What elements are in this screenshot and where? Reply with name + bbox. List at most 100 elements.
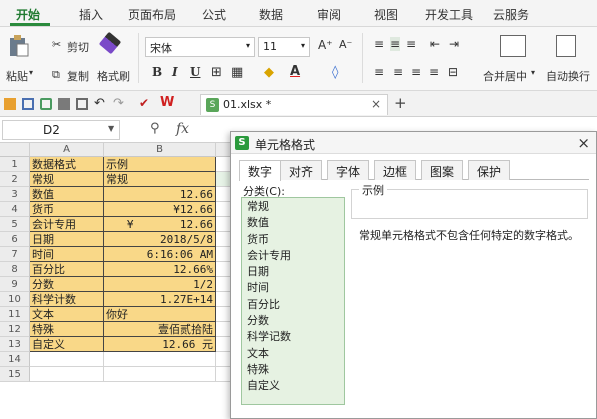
cell-b[interactable]: 示例 xyxy=(104,157,216,172)
cell-b[interactable]: 6:16:06 AM xyxy=(104,247,216,262)
wps-logo-icon[interactable]: W xyxy=(160,95,174,110)
paste-button[interactable]: 粘贴 xyxy=(6,68,28,84)
chevron-down-icon[interactable]: ▼ xyxy=(108,124,114,133)
row-header[interactable]: 12 xyxy=(0,322,30,337)
align-top-icon[interactable]: ≡ xyxy=(374,37,384,51)
cell-b[interactable]: 1.27E+14 xyxy=(104,292,216,307)
font-color-icon[interactable]: A xyxy=(290,64,300,79)
justify-icon[interactable]: ≡ xyxy=(429,65,439,79)
cell-a[interactable]: 文本 xyxy=(30,307,104,322)
grow-font-button[interactable]: A⁺ xyxy=(318,38,333,52)
indent-decrease-icon[interactable]: ⇤ xyxy=(430,37,440,51)
tab-insert[interactable]: 插入 xyxy=(79,6,103,23)
align-bottom-icon[interactable]: ≡ xyxy=(406,37,416,51)
row-header[interactable]: 10 xyxy=(0,292,30,307)
paste-dropdown-icon[interactable]: ▾ xyxy=(29,68,33,77)
cell-a[interactable]: 会计专用 xyxy=(30,217,104,232)
cell-a[interactable]: 自定义 xyxy=(30,337,104,352)
tab-font[interactable]: 字体 xyxy=(327,160,370,180)
tab-border[interactable]: 边框 xyxy=(374,160,417,180)
cell-a[interactable]: 特殊 xyxy=(30,322,104,337)
dialog-titlebar[interactable]: S 单元格格式 × xyxy=(231,132,596,154)
cell-a[interactable]: 日期 xyxy=(30,232,104,247)
column-header-b[interactable]: B xyxy=(104,143,216,157)
cell-a[interactable]: 数值 xyxy=(30,187,104,202)
category-item[interactable]: 文本 xyxy=(242,346,344,362)
cell-a[interactable] xyxy=(30,367,104,382)
chevron-down-icon[interactable]: ▾ xyxy=(531,68,535,77)
cell-style-icon[interactable]: ▦ xyxy=(231,65,243,80)
copy-button[interactable]: 复制 xyxy=(67,68,89,84)
row-header[interactable]: 14 xyxy=(0,352,30,367)
align-center-icon[interactable]: ≡ xyxy=(393,65,403,79)
merge-center-button[interactable]: 合并居中 xyxy=(483,68,527,84)
row-header[interactable]: 11 xyxy=(0,307,30,322)
category-item[interactable]: 特殊 xyxy=(242,362,344,378)
tab-alignment[interactable]: 对齐 xyxy=(280,160,323,180)
bold-button[interactable]: B xyxy=(152,65,162,79)
category-item[interactable]: 数值 xyxy=(242,215,344,231)
cell-b[interactable] xyxy=(104,367,216,382)
close-icon[interactable]: × xyxy=(577,134,590,152)
cell-a[interactable]: 分数 xyxy=(30,277,104,292)
paste-icon[interactable] xyxy=(8,34,30,58)
cut-icon[interactable]: ✂ xyxy=(52,38,61,51)
cell-b[interactable]: 12.66 元 xyxy=(104,337,216,352)
format-painter-icon[interactable] xyxy=(98,31,122,55)
cell-a[interactable]: 数据格式 xyxy=(30,157,104,172)
category-item[interactable]: 会计专用 xyxy=(242,248,344,264)
category-item[interactable]: 自定义 xyxy=(242,378,344,394)
tab-formulas[interactable]: 公式 xyxy=(202,6,226,23)
cell-b[interactable]: 1/2 xyxy=(104,277,216,292)
cell-b[interactable]: ¥12.66 xyxy=(104,202,216,217)
row-header[interactable]: 4 xyxy=(0,202,30,217)
copy-icon[interactable]: ⧉ xyxy=(52,68,60,82)
row-header[interactable]: 2 xyxy=(0,172,30,187)
fill-color-icon[interactable]: ◆ xyxy=(264,65,274,80)
category-item[interactable]: 分数 xyxy=(242,313,344,329)
row-header[interactable]: 6 xyxy=(0,232,30,247)
category-list[interactable]: 常规 数值 货币 会计专用 日期 时间 百分比 分数 科学记数 文本 特殊 自定义 xyxy=(241,197,345,405)
zoom-icon[interactable]: ⚲ xyxy=(150,121,160,136)
row-header[interactable]: 3 xyxy=(0,187,30,202)
cell-a[interactable]: 时间 xyxy=(30,247,104,262)
cell-a[interactable]: 货币 xyxy=(30,202,104,217)
align-right-icon[interactable]: ≡ xyxy=(411,65,421,79)
category-item[interactable]: 百分比 xyxy=(242,297,344,313)
tab-developer[interactable]: 开发工具 xyxy=(425,6,473,23)
cell-b[interactable]: ¥ 12.66 xyxy=(104,217,216,232)
row-header[interactable]: 5 xyxy=(0,217,30,232)
shrink-font-button[interactable]: A⁻ xyxy=(339,38,352,51)
cell-b[interactable]: 12.66 xyxy=(104,187,216,202)
save-icon[interactable] xyxy=(22,98,34,110)
tab-cloud[interactable]: 云服务 xyxy=(493,6,529,23)
cell-b[interactable]: 常规 xyxy=(104,172,216,187)
cell-a[interactable] xyxy=(30,352,104,367)
print-preview-icon[interactable] xyxy=(76,98,88,110)
row-header[interactable]: 15 xyxy=(0,367,30,382)
category-item[interactable]: 日期 xyxy=(242,264,344,280)
new-tab-plus-icon[interactable]: + xyxy=(394,94,407,112)
cell-a[interactable]: 科学计数 xyxy=(30,292,104,307)
print-icon[interactable] xyxy=(58,98,70,110)
cell-a[interactable]: 百分比 xyxy=(30,262,104,277)
fx-button[interactable]: fx xyxy=(176,121,189,137)
row-header[interactable]: 7 xyxy=(0,247,30,262)
tab-view[interactable]: 视图 xyxy=(374,6,398,23)
tab-page-layout[interactable]: 页面布局 xyxy=(128,6,176,23)
customize-icon[interactable]: ✔ xyxy=(139,96,149,110)
name-box[interactable]: D2 xyxy=(2,120,120,140)
cell-b[interactable]: 2018/5/8 xyxy=(104,232,216,247)
cell-b[interactable]: 壹佰贰拾陆 xyxy=(104,322,216,337)
align-left-icon[interactable]: ≡ xyxy=(374,65,384,79)
tab-number[interactable]: 数字 xyxy=(239,160,282,181)
wrap-text-button[interactable]: 自动换行 xyxy=(546,68,590,84)
undo-icon[interactable]: ↶ xyxy=(94,96,105,111)
close-icon[interactable]: × xyxy=(371,97,381,111)
row-header[interactable]: 13 xyxy=(0,337,30,352)
export-icon[interactable] xyxy=(40,98,52,110)
row-header[interactable]: 8 xyxy=(0,262,30,277)
indent-increase-icon[interactable]: ⇥ xyxy=(449,37,459,51)
tab-review[interactable]: 审阅 xyxy=(317,6,341,23)
category-item[interactable]: 货币 xyxy=(242,232,344,248)
